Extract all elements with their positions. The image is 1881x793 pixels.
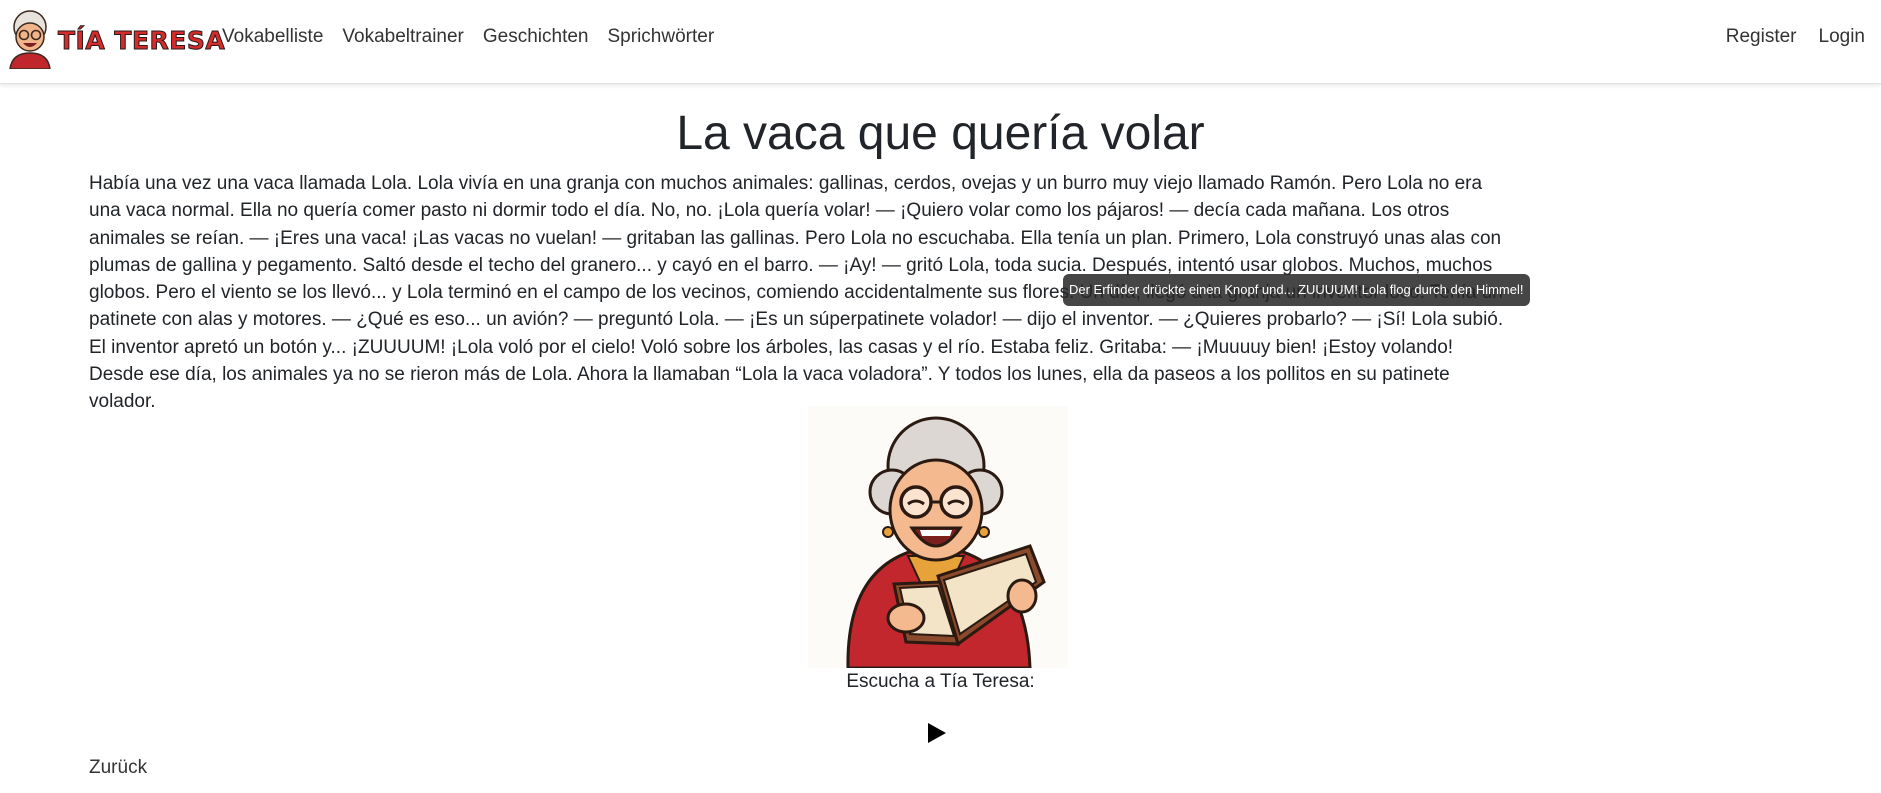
nav-vokabelliste[interactable]: Vokabelliste <box>222 26 323 48</box>
login-link[interactable]: Login <box>1819 26 1866 48</box>
play-icon <box>928 723 946 743</box>
brand-name: TÍA TERESA <box>57 25 226 55</box>
back-link[interactable]: Zurück <box>89 757 147 779</box>
translation-tooltip: Der Erfinder drückte einen Knopf und... … <box>1063 274 1530 306</box>
top-navbar: TÍA TERESA Vokabelliste Vokabeltrainer G… <box>0 0 1881 84</box>
main-nav: Vokabelliste Vokabeltrainer Geschichten … <box>222 26 733 48</box>
grandma-reading-illustration <box>808 406 1068 670</box>
nav-sprichwoerter[interactable]: Sprichwörter <box>608 26 715 48</box>
auth-nav: Register Login <box>1704 26 1865 48</box>
nav-geschichten[interactable]: Geschichten <box>483 26 589 48</box>
audio-label: Escucha a Tía Teresa: <box>846 671 1035 692</box>
grandma-reading-icon <box>846 416 1046 670</box>
play-button[interactable] <box>926 721 948 745</box>
story-title: La vaca que quería volar <box>676 107 1205 160</box>
nav-vokabeltrainer[interactable]: Vokabeltrainer <box>342 26 463 48</box>
register-link[interactable]: Register <box>1726 26 1797 48</box>
brand-logo-link[interactable]: TÍA TERESA <box>4 6 225 70</box>
grandma-logo-icon <box>9 10 51 69</box>
